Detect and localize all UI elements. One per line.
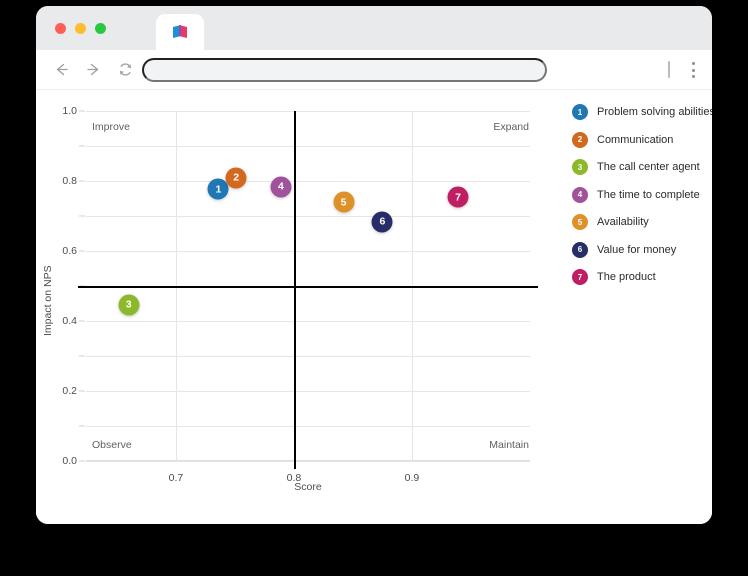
gridline-horizontal <box>86 111 530 112</box>
legend-item-label: Availability <box>597 216 649 228</box>
data-point[interactable]: 5 <box>333 191 355 213</box>
x-axis-tick-label: 0.7 <box>168 472 184 484</box>
gridline-horizontal <box>86 181 530 182</box>
x-axis-tick-label: 0.8 <box>286 472 302 484</box>
data-point[interactable]: 3 <box>118 294 140 316</box>
screenshot-root: Impact on NPS Score Improve Expand Obser… <box>0 0 748 576</box>
legend-marker: 5 <box>572 214 588 230</box>
browser-window: Impact on NPS Score Improve Expand Obser… <box>36 6 712 524</box>
gridline-horizontal <box>86 391 530 392</box>
legend-item-label: The product <box>597 271 656 283</box>
legend-item[interactable]: 6 Value for money <box>572 241 712 258</box>
arrow-left-icon <box>56 63 68 76</box>
y-axis-tick-label: 0.4 <box>62 315 77 327</box>
plot-area: Improve Expand Observe Maintain 0.0 0.2 0.… <box>62 105 538 484</box>
minimize-window-button[interactable] <box>75 23 86 34</box>
gridline-horizontal <box>86 216 530 217</box>
browser-tab[interactable] <box>156 14 204 50</box>
quadrant-label-expand: Expand <box>493 121 529 133</box>
legend-item-label: Value for money <box>597 243 677 256</box>
three-dot-menu-icon-dot <box>691 68 695 72</box>
three-dot-menu-icon-dot <box>691 62 695 65</box>
three-dot-menu-icon-dot <box>691 75 695 78</box>
browser-tab-strip <box>36 6 712 50</box>
legend-item[interactable]: 1 Problem solving abilities <box>572 104 712 120</box>
reload-icon <box>119 63 131 76</box>
y-axis-minor-tick-mark <box>79 215 85 217</box>
y-axis-tick-label: 0.2 <box>62 385 77 397</box>
legend-marker: 6 <box>572 241 588 258</box>
quadrant-label-maintain: Maintain <box>489 439 529 451</box>
maximize-window-button[interactable] <box>95 23 106 34</box>
x-axis-title: Score <box>294 481 322 493</box>
x-axis-tick-label: 0.9 <box>404 472 420 484</box>
arrow-right-icon <box>86 63 98 76</box>
legend-item-label: The time to complete <box>597 188 700 201</box>
y-axis-tick-label: 0.0 <box>62 455 77 467</box>
y-axis-tick-mark <box>79 460 85 462</box>
flag-logo-icon <box>173 25 187 38</box>
data-point[interactable]: 2 <box>225 167 247 189</box>
chart-legend: 1 Problem solving abilities 2 Communication… <box>572 104 712 285</box>
window-controls <box>55 23 106 34</box>
legend-marker: 1 <box>572 104 588 120</box>
forward-button[interactable] <box>80 57 106 83</box>
address-bar-input[interactable] <box>142 58 547 82</box>
legend-item-label: Communication <box>597 133 674 146</box>
legend-item[interactable]: 4 The time to complete <box>572 186 712 203</box>
legend-item[interactable]: 2 Communication <box>572 131 712 148</box>
page-content: Impact on NPS Score Improve Expand Obser… <box>36 90 712 524</box>
browser-menu-button[interactable] <box>686 60 700 80</box>
quadrant-line-vertical <box>293 111 296 469</box>
gridline-horizontal <box>86 461 530 462</box>
y-axis-minor-tick-mark <box>79 425 85 427</box>
toolbar-divider <box>668 61 670 78</box>
legend-item[interactable]: 5 Availability <box>572 214 712 230</box>
legend-marker: 7 <box>572 269 588 285</box>
legend-item[interactable]: 7 The product <box>572 269 712 285</box>
legend-item-label: Problem solving abilities <box>597 106 712 118</box>
close-window-button[interactable] <box>55 23 66 34</box>
legend-marker: 3 <box>572 159 588 175</box>
y-axis-tick-label: 0.6 <box>62 245 77 257</box>
y-axis-tick-label: 0.8 <box>62 175 77 187</box>
y-axis-minor-tick-mark <box>79 145 85 147</box>
reload-button[interactable] <box>112 57 138 83</box>
y-axis-tick-label: 1.0 <box>62 105 77 117</box>
y-axis-minor-tick-mark <box>79 355 85 357</box>
y-axis-tick-mark <box>79 320 85 322</box>
legend-marker: 4 <box>572 186 588 203</box>
legend-item[interactable]: 3 The call center agent <box>572 159 712 175</box>
data-point[interactable]: 7 <box>447 186 469 208</box>
data-point[interactable]: 6 <box>371 211 393 233</box>
y-axis-title: Impact on NPS <box>42 265 54 336</box>
gridline-horizontal <box>86 426 530 427</box>
legend-item-label: The call center agent <box>597 161 700 173</box>
gridline-horizontal <box>86 356 530 357</box>
quadrant-line-horizontal <box>78 286 538 288</box>
gridline-horizontal <box>86 251 530 252</box>
gridline-horizontal <box>86 321 530 322</box>
data-point[interactable]: 4 <box>270 176 292 198</box>
browser-toolbar <box>36 50 712 90</box>
y-axis-tick-mark <box>79 390 85 392</box>
quadrant-label-observe: Observe <box>92 439 132 451</box>
quadrant-scatter-chart: Impact on NPS Score Improve Expand Obser… <box>36 90 712 524</box>
y-axis-tick-mark <box>79 110 85 112</box>
y-axis-tick-mark <box>79 180 85 182</box>
y-axis-tick-mark <box>79 250 85 252</box>
legend-marker: 2 <box>572 131 588 148</box>
gridline-horizontal <box>86 146 530 147</box>
back-button[interactable] <box>48 57 74 83</box>
quadrant-label-improve: Improve <box>92 121 130 133</box>
